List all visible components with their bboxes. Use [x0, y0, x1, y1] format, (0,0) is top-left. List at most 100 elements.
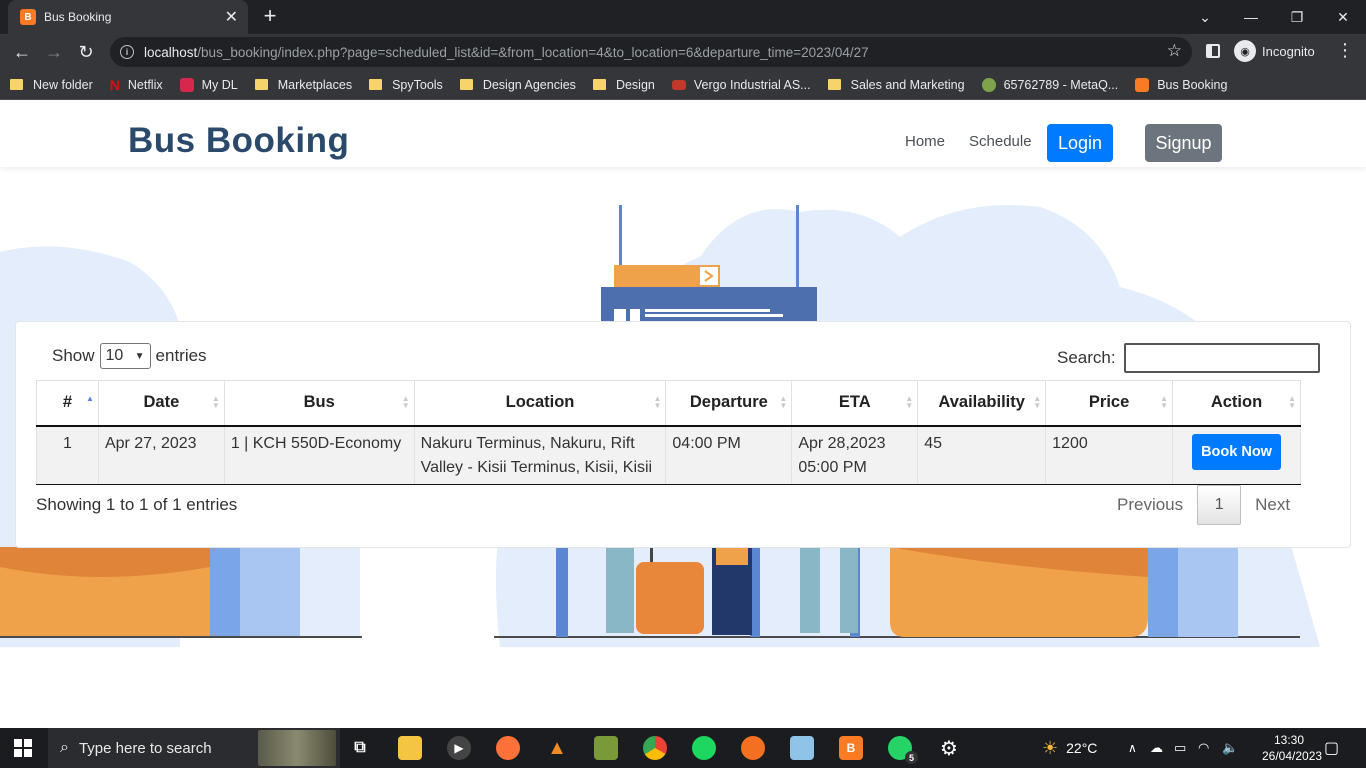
web-page: Bus Booking Home Schedule Login Signup S…	[0, 103, 1366, 728]
windows-taskbar: ⌕ Type here to search ⧉ ▶ ▲ B 5 ⚙ ☀ 22°C…	[0, 728, 1366, 768]
cell-price: 1200	[1045, 425, 1174, 485]
origin-icon[interactable]	[741, 736, 765, 760]
table-info: Showing 1 to 1 of 1 entries	[36, 495, 238, 514]
bookmark-marketplaces[interactable]: Marketplaces	[254, 78, 352, 92]
search-icon: ⌕	[60, 739, 69, 756]
folder-icon	[827, 79, 841, 90]
login-button[interactable]: Login	[1047, 124, 1113, 162]
chrome-menu-icon[interactable]: ⋮	[1336, 40, 1354, 61]
column-header-action[interactable]: Action ▲ ▼	[1172, 380, 1301, 427]
bookmark-design[interactable]: Design	[592, 78, 655, 92]
sort-icon: ▲ ▼	[1160, 394, 1169, 410]
back-icon[interactable]: ←	[8, 38, 36, 66]
folder-icon	[254, 79, 268, 90]
notifications-icon[interactable]: ▢	[1324, 728, 1339, 768]
onedrive-icon[interactable]: ☁	[1150, 728, 1163, 768]
site-navbar: Bus Booking Home Schedule Login Signup	[0, 103, 1366, 167]
browser-tab[interactable]: B Bus Booking ✕	[8, 0, 248, 34]
firefox-icon[interactable]	[496, 736, 520, 760]
bookmark-new-folder[interactable]: New folder	[10, 78, 93, 92]
column-header-price[interactable]: Price ▲ ▼	[1045, 380, 1174, 427]
search-input[interactable]	[1123, 343, 1320, 373]
xampp-control-icon[interactable]	[594, 736, 618, 760]
cell-eta: Apr 28,2023 05:00 PM	[791, 425, 919, 485]
chevron-down-icon: ▼	[134, 350, 145, 362]
notepad-icon[interactable]	[790, 736, 814, 760]
file-explorer-icon[interactable]	[398, 736, 422, 760]
bookmark-metaq[interactable]: 65762789 - MetaQ...	[981, 77, 1118, 92]
column-header-departure[interactable]: Departure ▲ ▼	[665, 380, 793, 427]
site-info-icon[interactable]: i	[120, 45, 134, 59]
tab-search-chevron-icon[interactable]: ⌄	[1182, 0, 1228, 34]
media-player-icon[interactable]: ▶	[447, 736, 471, 760]
close-tab-icon[interactable]: ✕	[225, 7, 238, 27]
forward-icon[interactable]: →	[40, 38, 68, 66]
weather-temp: 22°C	[1066, 740, 1098, 756]
bookmark-netflix[interactable]: N Netflix	[110, 77, 163, 93]
previous-page-button[interactable]: Previous	[1103, 495, 1197, 515]
bookmark-bus-booking[interactable]: Bus Booking	[1135, 77, 1227, 92]
sort-icon: ▲ ▼	[211, 394, 220, 410]
table-row: 1 Apr 27, 2023 1 | KCH 550D-Economy Naku…	[36, 425, 1301, 485]
cell-bus: 1 | KCH 550D-Economy	[223, 425, 415, 485]
column-header-eta[interactable]: ETA ▲ ▼	[791, 380, 919, 427]
column-header-location[interactable]: Location ▲ ▼	[413, 380, 667, 427]
cell-departure: 04:00 PM	[665, 425, 793, 485]
taskbar-search-placeholder: Type here to search	[78, 739, 212, 757]
task-view-icon[interactable]: ⧉	[348, 736, 372, 760]
minimize-icon[interactable]: —	[1228, 0, 1274, 34]
column-header-availability[interactable]: Availability ▲ ▼	[917, 380, 1047, 427]
new-tab-icon[interactable]: +	[258, 3, 282, 28]
pagination: Previous 1 Next	[1103, 485, 1304, 525]
bookmark-spytools[interactable]: SpyTools	[369, 78, 443, 92]
close-window-icon[interactable]: ✕	[1320, 0, 1366, 34]
vlc-icon[interactable]: ▲	[545, 736, 569, 760]
search-label: Search:	[1057, 348, 1116, 367]
bookmark-design-agencies[interactable]: Design Agencies	[459, 78, 576, 92]
windows-start-icon[interactable]	[14, 739, 32, 757]
whatsapp-icon[interactable]: 5	[888, 736, 918, 764]
url-host: localhost	[144, 44, 198, 60]
browser-tab-strip: B Bus Booking ✕ + ⌄ — ❐ ✕	[0, 0, 1366, 34]
next-page-button[interactable]: Next	[1241, 495, 1304, 515]
url-text: localhost/bus_booking/index.php?page=sch…	[144, 45, 869, 60]
bookmark-sales-marketing[interactable]: Sales and Marketing	[827, 78, 965, 92]
cell-number: 1	[36, 425, 99, 485]
bookmark-my-dl[interactable]: My DL	[179, 77, 238, 92]
table-search: Search:	[1057, 343, 1320, 373]
battery-icon[interactable]: ▭	[1174, 728, 1186, 768]
tab-title: Bus Booking	[44, 10, 112, 24]
sort-asc-icon: ▲	[86, 394, 94, 403]
sort-icon: ▲ ▼	[1288, 394, 1296, 410]
search-highlight-owls-image	[258, 730, 336, 766]
volume-icon[interactable]: 🔈	[1222, 728, 1238, 768]
xampp-icon[interactable]: B	[839, 736, 863, 760]
page-1-button[interactable]: 1	[1197, 485, 1242, 525]
restore-icon[interactable]: ❐	[1274, 0, 1320, 34]
spotify-icon[interactable]	[692, 736, 716, 760]
signup-button[interactable]: Signup	[1145, 124, 1222, 162]
cell-location: Nakuru Terminus, Nakuru, Rift Valley - K…	[413, 425, 667, 485]
entries-select[interactable]: 10 ▼	[99, 343, 151, 369]
system-clock[interactable]: 13:30 26/04/2023	[1262, 732, 1322, 764]
bookmark-star-icon[interactable]: ☆	[1167, 41, 1182, 61]
column-header-date[interactable]: Date ▲ ▼	[97, 380, 225, 427]
wifi-icon[interactable]: ◠	[1198, 728, 1209, 768]
settings-gear-icon[interactable]: ⚙	[937, 736, 961, 760]
side-panel-icon[interactable]	[1206, 44, 1220, 58]
bookmark-vergo[interactable]: Vergo Industrial AS...	[671, 78, 811, 92]
weather-widget[interactable]: ☀ 22°C	[1042, 728, 1097, 768]
book-now-button[interactable]: Book Now	[1192, 433, 1281, 470]
chrome-icon[interactable]	[643, 736, 667, 760]
address-bar[interactable]: i localhost/bus_booking/index.php?page=s…	[110, 37, 1192, 67]
incognito-label: Incognito	[1262, 43, 1315, 59]
folder-icon	[369, 79, 383, 90]
site-brand[interactable]: Bus Booking	[128, 121, 349, 161]
tray-chevron-icon[interactable]: ∧	[1128, 728, 1137, 768]
reload-icon[interactable]: ↻	[72, 38, 100, 66]
column-header-bus[interactable]: Bus ▲ ▼	[223, 380, 415, 427]
nav-home-link[interactable]: Home	[905, 133, 945, 150]
column-header-number[interactable]: # ▲	[36, 380, 99, 427]
nav-schedule-link[interactable]: Schedule	[969, 133, 1032, 150]
incognito-indicator[interactable]: ◉ Incognito	[1234, 40, 1315, 62]
